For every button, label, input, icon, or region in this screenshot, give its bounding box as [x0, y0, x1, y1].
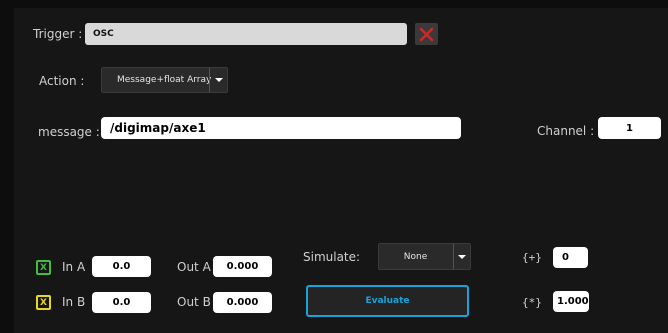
simulate-dropdown[interactable]: None [378, 243, 471, 270]
plus-label: {+} [522, 251, 542, 264]
trigger-label: Trigger : [33, 27, 83, 41]
in-b-label: In B [62, 295, 86, 309]
channel-value: 1 [626, 122, 633, 134]
plus-value: 0 [562, 252, 569, 263]
in-a-checkbox[interactable]: X [36, 260, 51, 275]
channel-input[interactable]: 1 [598, 117, 661, 139]
out-a-value: 0.000 [226, 261, 259, 272]
close-icon [419, 27, 434, 41]
message-input[interactable]: /digimap/axe1 [101, 117, 461, 139]
in-a-input[interactable]: 0.0 [92, 256, 151, 277]
out-a-input[interactable]: 0.000 [213, 256, 272, 277]
evaluate-label: Evaluate [365, 296, 410, 306]
action-label: Action : [39, 74, 85, 88]
in-b-value: 0.0 [112, 297, 131, 308]
action-dropdown[interactable]: Message+float Array [101, 67, 228, 93]
delete-trigger-button[interactable] [415, 23, 438, 45]
message-value: /digimap/axe1 [110, 121, 206, 135]
in-b-input[interactable]: 0.0 [92, 292, 151, 313]
out-b-label: Out B [177, 295, 211, 309]
mult-value: 1.000 [557, 296, 589, 307]
mult-label: {*} [522, 296, 542, 309]
plus-input[interactable]: 0 [553, 247, 588, 268]
in-a-value: 0.0 [112, 261, 131, 272]
chevron-down-icon [209, 68, 227, 92]
simulate-selected: None [403, 251, 428, 262]
in-a-label: In A [62, 260, 86, 274]
simulate-label: Simulate: [303, 250, 361, 264]
out-b-input[interactable]: 0.000 [213, 292, 272, 313]
message-label: message : [38, 125, 100, 139]
in-b-check-mark: X [40, 297, 47, 308]
out-b-value: 0.000 [226, 297, 259, 308]
evaluate-button[interactable]: Evaluate [306, 285, 469, 317]
chevron-down-icon [453, 244, 470, 269]
mult-input[interactable]: 1.000 [553, 291, 589, 312]
trigger-value: OSC [93, 29, 114, 39]
channel-label: Channel : [537, 124, 595, 138]
in-b-checkbox[interactable]: X [36, 295, 51, 310]
action-selected: Message+float Array [117, 75, 212, 85]
trigger-field[interactable]: OSC [85, 23, 407, 45]
in-a-check-mark: X [40, 262, 47, 273]
out-a-label: Out A [177, 260, 211, 274]
